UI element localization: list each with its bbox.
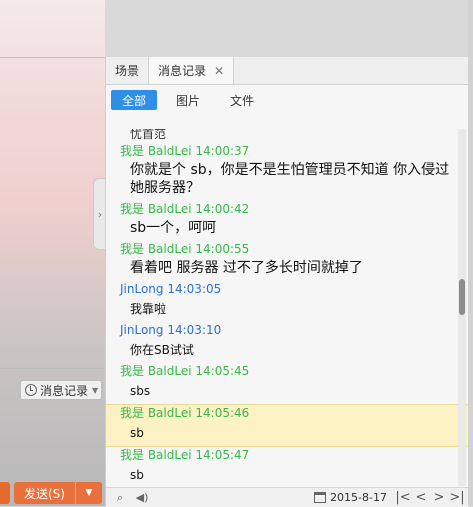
partial-button[interactable] xyxy=(0,482,10,504)
next-page-button[interactable]: > xyxy=(431,490,447,505)
message-item: JinLong 14:03:10 你在SB试试 xyxy=(106,322,469,363)
message-text: 你在SB试试 xyxy=(130,343,194,357)
message-time: 14:05:45 xyxy=(195,364,250,378)
scrollbar-thumb[interactable] xyxy=(459,279,465,315)
message-item: 我是 BaldLei 14:05:45 sbs xyxy=(106,363,469,404)
tab-bar: 场景 消息记录 ✕ xyxy=(106,57,469,85)
first-page-button[interactable]: |< xyxy=(395,490,411,505)
scrollbar[interactable] xyxy=(458,129,466,486)
message-time: 14:03:05 xyxy=(167,282,222,296)
send-label: 发送(S) xyxy=(14,482,76,504)
page-navigation: |< < > >| xyxy=(395,490,465,505)
tab-label: 场景 xyxy=(115,64,140,78)
chevron-down-icon[interactable]: ▼ xyxy=(76,482,102,504)
sender-name: 我是 BaldLei xyxy=(120,448,192,462)
tab-message-history[interactable]: 消息记录 ✕ xyxy=(149,57,235,84)
message-time: 14:00:42 xyxy=(195,202,250,216)
speaker-icon[interactable]: ◀) xyxy=(134,490,150,506)
message-header: JinLong 14:03:05 xyxy=(120,281,469,297)
chevron-right-icon: › xyxy=(97,207,103,221)
last-page-button[interactable]: >| xyxy=(449,490,465,505)
message-time: 14:05:47 xyxy=(195,448,250,462)
message-header: 我是 BaldLei 14:05:47 xyxy=(120,447,469,463)
message-time: 14:05:46 xyxy=(195,406,250,420)
divider xyxy=(0,368,105,369)
filter-all[interactable]: 全部 xyxy=(111,90,158,110)
date-value: 2015-8-17 xyxy=(330,491,387,504)
message-item: 我是 BaldLei 14:05:47 sb xyxy=(106,447,469,486)
history-toolbar: ⌕ ◀) 2015-8-17 |< < > >| xyxy=(106,487,469,507)
filter-files[interactable]: 文件 xyxy=(219,90,265,110)
message-text: sb一个，呵呵 xyxy=(130,220,217,236)
message-text: 看着吧 服务器 过不了多长时间就掉了 xyxy=(130,260,363,276)
message-text: sb xyxy=(130,426,144,440)
partial-message: 忧首范 xyxy=(106,129,469,143)
message-text: sbs xyxy=(130,384,151,398)
sender-name: 我是 BaldLei xyxy=(120,406,192,420)
message-time: 14:00:55 xyxy=(195,242,250,256)
message-header: 我是 BaldLei 14:00:42 xyxy=(120,201,469,217)
message-text: 你就是个 sb，你是不是生怕管理员不知道 你入侵过她服务器？ xyxy=(130,162,450,196)
prev-page-button[interactable]: < xyxy=(413,490,429,505)
message-item: 我是 BaldLei 14:05:46 sb xyxy=(106,404,469,447)
window-edge xyxy=(468,0,473,506)
message-item: 我是 BaldLei 14:00:42 sb一个，呵呵 xyxy=(106,201,469,241)
message-header: JinLong 14:03:10 xyxy=(120,322,469,338)
message-header: 我是 BaldLei 14:00:55 xyxy=(120,241,469,257)
search-icon[interactable]: ⌕ xyxy=(112,490,128,506)
message-list: 忧首范 我是 BaldLei 14:00:37 你就是个 sb，你是不是生怕管理员… xyxy=(106,129,469,486)
date-picker[interactable]: 2015-8-17 xyxy=(314,491,387,504)
calendar-icon xyxy=(314,492,327,503)
chevron-down-icon: ▼ xyxy=(92,385,99,395)
message-text: 我靠啦 xyxy=(130,302,167,316)
filter-images[interactable]: 图片 xyxy=(165,90,211,110)
message-header: 我是 BaldLei 14:05:46 xyxy=(120,405,469,421)
divider xyxy=(0,57,105,58)
sender-name: 我是 BaldLei xyxy=(120,144,192,158)
message-history-button[interactable]: 消息记录 ▼ xyxy=(20,380,102,400)
background-area xyxy=(0,0,105,506)
message-time: 14:00:37 xyxy=(195,144,250,158)
message-item: 我是 BaldLei 14:00:37 你就是个 sb，你是不是生怕管理员不知道 … xyxy=(106,143,469,201)
sender-name: JinLong xyxy=(120,323,164,337)
message-time: 14:03:10 xyxy=(167,323,222,337)
sender-name: 我是 BaldLei xyxy=(120,364,192,378)
send-button[interactable]: 发送(S) ▼ xyxy=(14,482,102,504)
message-text: sb xyxy=(130,468,144,482)
close-icon[interactable]: ✕ xyxy=(214,64,224,78)
message-item: 我是 BaldLei 14:00:55 看着吧 服务器 过不了多长时间就掉了 xyxy=(106,241,469,281)
filter-bar: 全部 图片 文件 xyxy=(106,85,469,115)
message-header: 我是 BaldLei 14:05:45 xyxy=(120,363,469,379)
tab-scene[interactable]: 场景 xyxy=(106,57,150,84)
sender-name: JinLong xyxy=(120,282,164,296)
message-text: 忧首范 xyxy=(130,129,167,141)
message-item: JinLong 14:03:05 我靠啦 xyxy=(106,281,469,322)
message-header: 我是 BaldLei 14:00:37 xyxy=(120,143,469,159)
sender-name: 我是 BaldLei xyxy=(120,202,192,216)
history-panel: 场景 消息记录 ✕ 全部 图片 文件 忧首范 我是 BaldLei 14:00:… xyxy=(105,57,470,507)
message-history-label: 消息记录 xyxy=(40,383,89,398)
clock-icon xyxy=(25,384,37,396)
tab-label: 消息记录 xyxy=(158,64,207,78)
sender-name: 我是 BaldLei xyxy=(120,242,192,256)
